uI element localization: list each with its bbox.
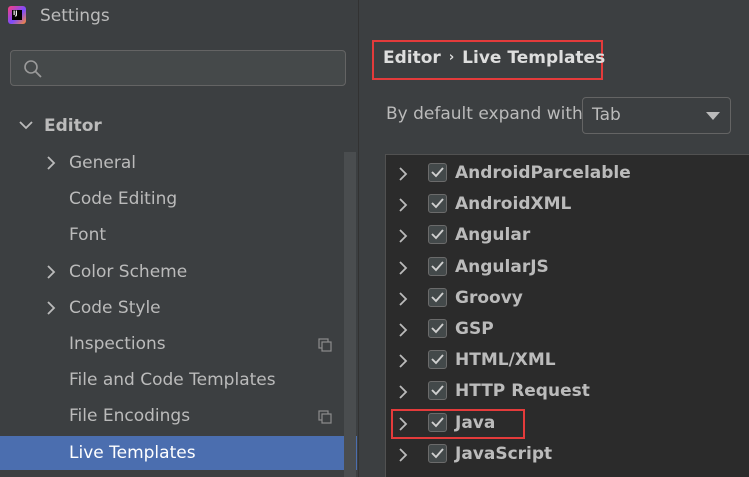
checkmark-icon [431, 448, 444, 459]
template-group-row[interactable]: AndroidParcelable [386, 158, 749, 189]
template-group-row[interactable]: Angular [386, 220, 749, 251]
checkmark-icon [431, 229, 444, 240]
chevron-right-icon[interactable] [398, 261, 408, 275]
sidebar-item-label: Color Scheme [69, 262, 188, 282]
template-group-checkbox[interactable] [428, 381, 447, 400]
template-group-checkbox[interactable] [428, 257, 447, 276]
template-group-checkbox[interactable] [428, 194, 447, 213]
checkmark-icon [431, 292, 444, 303]
chevron-right-icon[interactable] [398, 323, 408, 337]
template-group-row[interactable]: GSP [386, 314, 749, 345]
template-group-label: HTTP Request [455, 381, 590, 401]
sidebar-item-label: Code Editing [69, 189, 178, 209]
sidebar-scrollbar[interactable] [344, 152, 356, 477]
chevron-right-icon[interactable] [398, 385, 408, 399]
template-group-checkbox[interactable] [428, 288, 447, 307]
sidebar-item-label: File and Code Templates [69, 370, 276, 390]
template-group-row[interactable]: HTML/XML [386, 345, 749, 376]
checkmark-icon [431, 323, 444, 334]
template-group-checkbox[interactable] [428, 350, 447, 369]
intellij-logo-icon: IJ [8, 6, 26, 24]
window-title: Settings [40, 6, 110, 26]
template-group-row[interactable]: Groovy [386, 283, 749, 314]
breadcrumb-current: Live Templates [462, 48, 606, 68]
sidebar-item-code-style[interactable]: Code Style [0, 291, 343, 325]
template-group-row[interactable]: AngularJS [386, 252, 749, 283]
breadcrumb: Editor › Live Templates [383, 48, 605, 68]
checkmark-icon [431, 385, 444, 396]
chevron-down-icon[interactable] [18, 119, 34, 131]
settings-content: Editor › Live Templates By default expand … [359, 0, 749, 477]
checkmark-icon [431, 354, 444, 365]
template-group-checkbox[interactable] [428, 225, 447, 244]
chevron-right-icon[interactable] [398, 354, 408, 368]
template-group-label: Groovy [455, 288, 523, 308]
template-group-row[interactable]: HTTP Request [386, 376, 749, 407]
template-group-label: AngularJS [455, 257, 549, 277]
template-group-label: GSP [455, 319, 494, 339]
checkmark-icon [431, 261, 444, 272]
sidebar-item-label: General [69, 153, 136, 173]
chevron-right-icon[interactable] [46, 301, 56, 315]
template-group-label: AndroidXML [455, 194, 572, 214]
template-group-checkbox[interactable] [428, 163, 447, 182]
expand-with-label: By default expand with [386, 104, 583, 124]
chevron-right-icon[interactable] [398, 292, 408, 306]
sidebar-item-general[interactable]: General [0, 146, 343, 180]
chevron-right-icon[interactable] [398, 229, 408, 243]
sidebar-item-label: Editor [44, 116, 102, 136]
template-group-label: Angular [455, 225, 531, 245]
sidebar-item-editor[interactable]: Editor [0, 110, 340, 142]
chevron-right-icon[interactable] [46, 156, 56, 170]
template-group-row[interactable]: AndroidXML [386, 189, 749, 220]
template-group-label: HTML/XML [455, 350, 556, 370]
expand-with-value: Tab [592, 105, 621, 125]
template-group-label: JavaScript [455, 444, 553, 464]
highlight-box-java [391, 409, 525, 439]
breadcrumb-parent[interactable]: Editor [383, 48, 441, 68]
settings-sidebar: Editor General Code Editing Font Color Sche… [0, 34, 358, 477]
chevron-right-icon[interactable] [46, 265, 56, 279]
chevron-right-icon[interactable] [398, 448, 408, 462]
sidebar-item-live-templates[interactable]: Live Templates [0, 436, 357, 470]
sidebar-item-label: Font [69, 225, 107, 245]
checkmark-icon [431, 198, 444, 209]
template-group-checkbox[interactable] [428, 444, 447, 463]
checkmark-icon [431, 167, 444, 178]
project-copy-icon [318, 338, 332, 352]
dropdown-arrow-icon [706, 112, 720, 120]
sidebar-item-file-encodings[interactable]: File Encodings [0, 399, 343, 433]
sidebar-item-code-editing[interactable]: Code Editing [0, 182, 343, 216]
template-group-checkbox[interactable] [428, 319, 447, 338]
template-group-label: AndroidParcelable [455, 163, 631, 183]
chevron-right-icon[interactable] [398, 167, 408, 181]
search-icon [24, 60, 42, 78]
template-group-row[interactable]: JavaScript [386, 439, 749, 470]
sidebar-item-color-scheme[interactable]: Color Scheme [0, 255, 343, 289]
sidebar-item-file-and-code-templates[interactable]: File and Code Templates [0, 363, 343, 397]
chevron-right-icon[interactable] [398, 198, 408, 212]
sidebar-item-label: Code Style [69, 298, 161, 318]
sidebar-item-label: File Encodings [69, 406, 191, 426]
sidebar-item-inspections[interactable]: Inspections [0, 327, 343, 361]
sidebar-item-label: Live Templates [69, 443, 196, 463]
breadcrumb-separator-icon: › [448, 50, 455, 65]
expand-with-select[interactable]: Tab [582, 97, 731, 134]
sidebar-item-font[interactable]: Font [0, 218, 343, 252]
sidebar-item-label: Inspections [69, 334, 166, 354]
settings-search-input[interactable] [10, 50, 346, 86]
project-copy-icon [318, 410, 332, 424]
